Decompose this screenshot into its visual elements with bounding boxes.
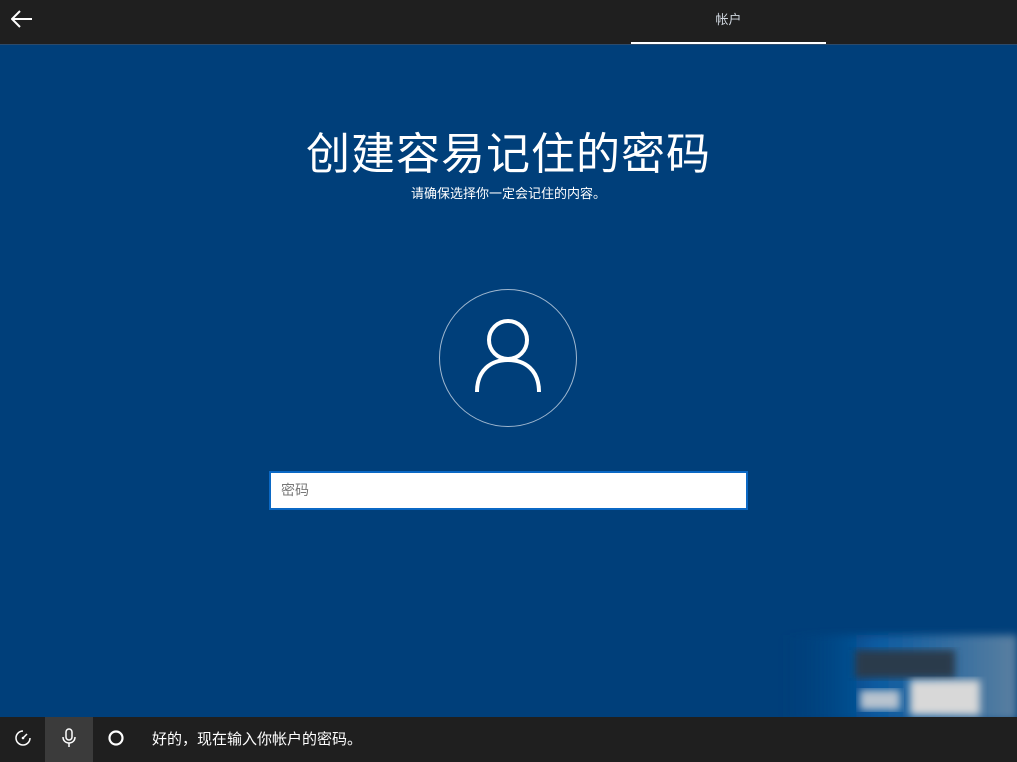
microphone-button[interactable] <box>45 717 93 762</box>
top-bar: 帐户 <box>0 0 1017 45</box>
avatar <box>439 289 577 427</box>
decorative-background-graphic <box>760 615 1017 720</box>
bottom-bar: 好的，现在输入你帐户的密码。 <box>0 717 1017 762</box>
back-button[interactable] <box>6 6 38 36</box>
cortana-circle-icon <box>107 729 125 751</box>
microphone-icon <box>62 727 76 752</box>
password-input[interactable] <box>271 473 746 508</box>
arrow-left-icon <box>10 10 33 32</box>
cortana-button[interactable] <box>93 717 138 762</box>
tab-account[interactable]: 帐户 <box>631 0 826 44</box>
ease-of-access-button[interactable] <box>0 717 45 762</box>
tab-account-label: 帐户 <box>715 13 742 28</box>
password-field-container <box>269 471 748 510</box>
ease-of-access-icon <box>14 729 32 751</box>
page-subtitle: 请确保选择你一定会记住的内容。 <box>410 187 606 202</box>
tab-active-indicator <box>631 42 826 44</box>
cortana-message: 好的，现在输入你帐户的密码。 <box>152 730 363 748</box>
user-icon <box>473 318 543 398</box>
page-title: 创建容易记住的密码 <box>306 129 711 180</box>
